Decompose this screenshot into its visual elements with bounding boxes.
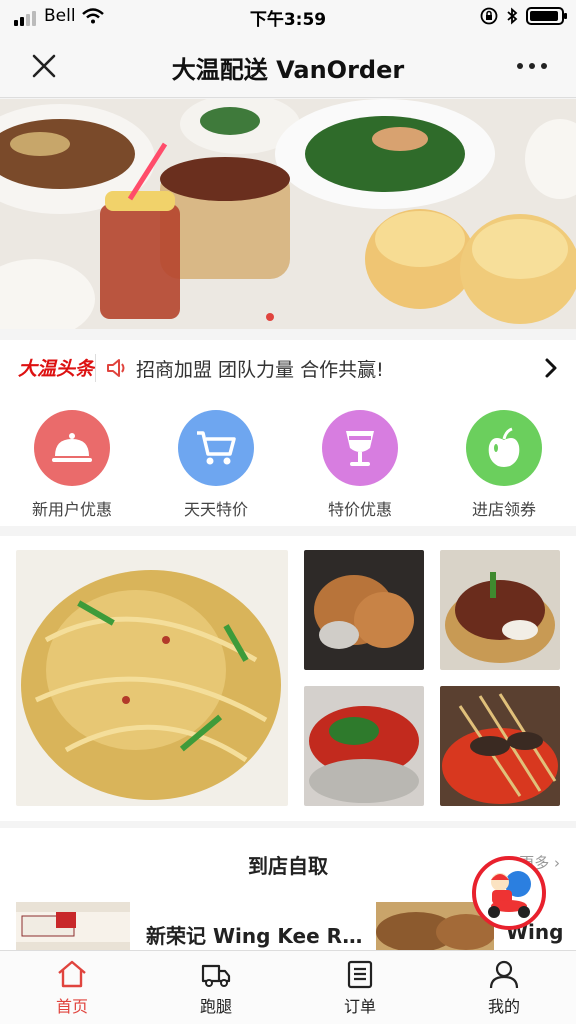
- noodles-image: [16, 550, 288, 806]
- store-name[interactable]: 新荣记 Wing Kee R...: [146, 920, 364, 949]
- announcement-text: 招商加盟 团队力量 合作共赢!: [136, 359, 384, 381]
- tab-errand[interactable]: 跑腿: [144, 951, 288, 1024]
- featured-dish-ribs[interactable]: [440, 550, 560, 670]
- wings-image: [304, 550, 424, 670]
- tab-profile[interactable]: 我的: [432, 951, 576, 1024]
- glass-icon: [346, 431, 374, 466]
- shortcut-discount[interactable]: 特价优惠: [288, 396, 432, 526]
- shortcut-store-coupon[interactable]: 进店领券: [432, 396, 576, 526]
- promo-banner[interactable]: [0, 99, 576, 329]
- crawfish-image: [304, 686, 424, 806]
- shortcut-label: 进店领券: [471, 500, 536, 519]
- user-icon: [489, 960, 519, 989]
- announcement-bar[interactable]: 大温头条 招商加盟 团队力量 合作共赢!: [0, 340, 576, 396]
- tab-label: 跑腿: [199, 997, 232, 1016]
- store-thumbnail[interactable]: [16, 902, 130, 950]
- headline-brand-logo: 大温头条: [18, 358, 95, 380]
- store-sign-image: [16, 902, 130, 950]
- apple-icon: [488, 427, 520, 467]
- banner-food-image: [0, 99, 576, 329]
- battery-icon: [526, 7, 567, 25]
- chevron-right-icon: ›: [554, 854, 560, 872]
- status-bar: Bell 下午3:59: [0, 0, 576, 34]
- divider: [95, 354, 96, 382]
- bottom-tab-bar: 首页 跑腿 订单 我的: [0, 950, 576, 1024]
- tab-orders[interactable]: 订单: [288, 951, 432, 1024]
- tab-label: 我的: [487, 997, 520, 1016]
- shortcut-label: 特价优惠: [327, 500, 392, 519]
- skewers-image: [440, 686, 560, 806]
- page-title: 大温配送 VanOrder: [171, 56, 405, 84]
- chevron-right-icon[interactable]: [544, 357, 558, 379]
- featured-dish-crawfish[interactable]: [304, 686, 424, 806]
- speaker-icon: [107, 359, 125, 377]
- ribs-image: [440, 550, 560, 670]
- shortcut-daily-special[interactable]: 天天特价: [144, 396, 288, 526]
- rotation-lock-icon: [480, 7, 498, 25]
- cart-icon: [197, 431, 236, 465]
- list-icon: [347, 960, 373, 989]
- more-options-icon[interactable]: [514, 56, 550, 76]
- featured-dishes-grid: [0, 536, 576, 821]
- bluetooth-icon: [507, 7, 518, 25]
- featured-dish-wings[interactable]: [304, 550, 424, 670]
- delivery-rider-icon: [488, 871, 531, 918]
- shortcut-menu: 新用户优惠 天天特价 特价优惠 进店领券: [0, 396, 576, 526]
- home-icon: [58, 960, 86, 988]
- shortcut-label: 新用户优惠: [31, 500, 112, 519]
- navigation-bar: 大温配送 VanOrder: [0, 34, 576, 98]
- featured-dish-noodles[interactable]: [16, 550, 288, 806]
- shortcut-new-user-offer[interactable]: 新用户优惠: [0, 396, 144, 526]
- truck-icon: [201, 964, 231, 987]
- featured-dish-skewers[interactable]: [440, 686, 560, 806]
- tab-label: 首页: [55, 997, 88, 1016]
- delivery-rider-button[interactable]: [472, 856, 546, 930]
- tab-home[interactable]: 首页: [0, 951, 144, 1024]
- cloche-icon: [52, 433, 92, 462]
- shortcut-label: 天天特价: [183, 500, 248, 519]
- app-screen: Bell 下午3:59 大温配送 VanOrder 大温头条 招商加盟 团队力量…: [0, 0, 576, 1024]
- tab-label: 订单: [343, 997, 376, 1016]
- carousel-indicator: [266, 313, 274, 321]
